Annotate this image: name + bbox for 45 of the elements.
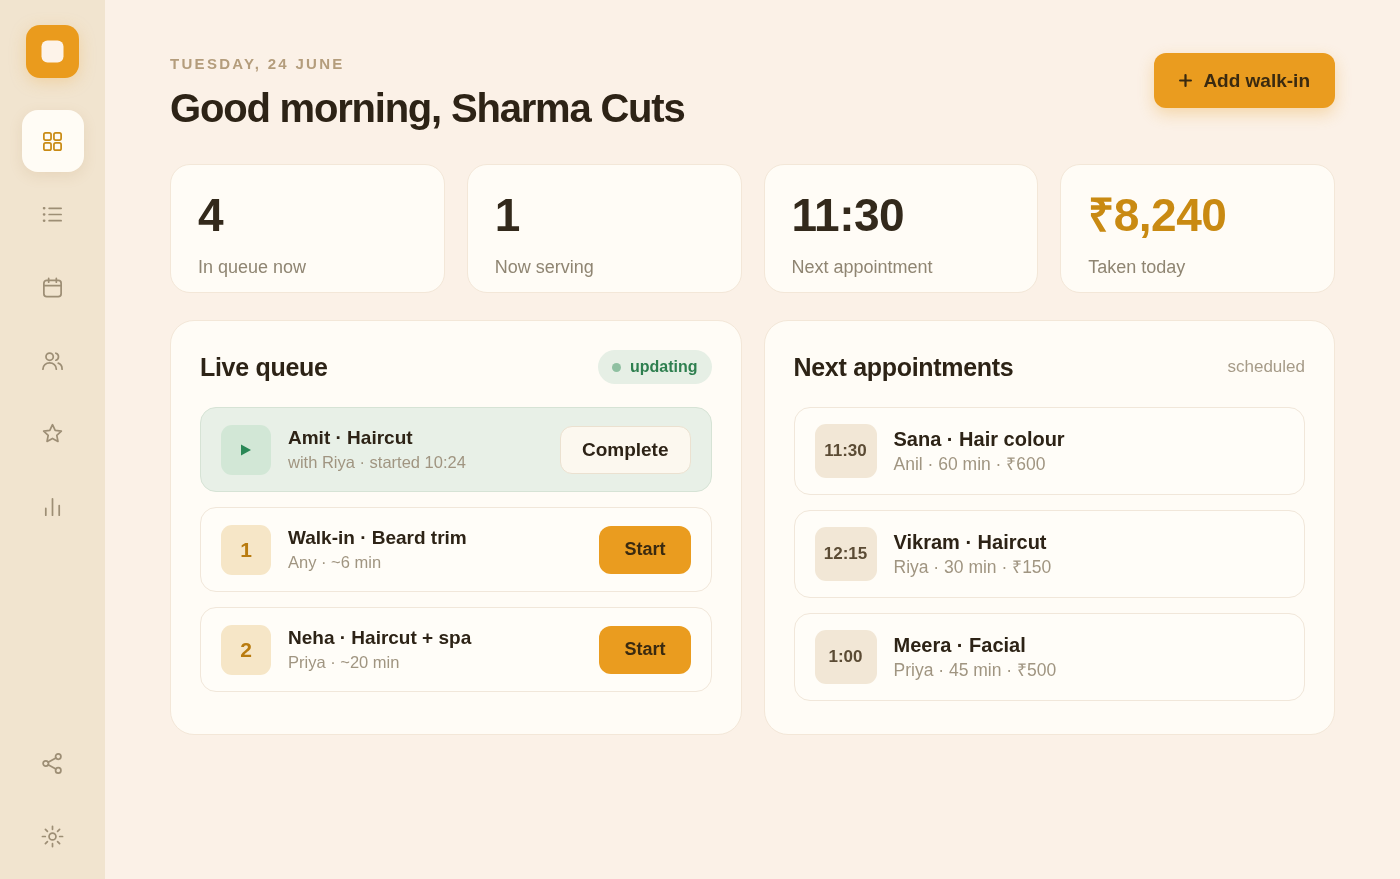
logo-icon — [26, 25, 79, 78]
stat-value: 4 — [198, 192, 225, 238]
stat-value: ₹8,240 — [1088, 192, 1228, 238]
stat-label: Taken today — [1088, 256, 1187, 278]
queue-row-detail: Any · ~6 min — [288, 552, 383, 573]
stat-value: 1 — [494, 192, 521, 238]
date-label: TUESDAY, 24 JUNE — [170, 55, 346, 73]
appointment-detail: Anil · 60 min · ₹600 — [893, 453, 1047, 475]
queue-number: 1 — [221, 524, 271, 575]
sidebar-item[interactable] — [21, 110, 84, 172]
appointment-detail: Riya · 30 min · ₹150 — [893, 556, 1053, 578]
sun-icon — [41, 824, 64, 848]
queue-row-title: Walk-in · Beard trim — [288, 526, 468, 549]
stat-label: Next appointment — [791, 256, 934, 278]
appointment-time: 12:15 — [814, 527, 877, 581]
panel-title: Live queue — [200, 352, 328, 382]
appointment-title: Meera · Facial — [893, 633, 1027, 657]
panel-title: Next appointments — [793, 352, 1014, 382]
appointment-title: Sana · Hair colour — [893, 427, 1066, 451]
calendar-icon — [41, 275, 64, 299]
panel-note: scheduled — [1227, 357, 1305, 377]
start-button[interactable]: Start — [599, 525, 691, 574]
add-walk-in-button[interactable]: Add walk-in — [1154, 53, 1335, 108]
queue-row-detail: Priya · ~20 min — [288, 652, 401, 673]
play-icon — [221, 424, 271, 475]
stat-label: Now serving — [494, 256, 595, 278]
appointment-time: 11:30 — [814, 424, 877, 478]
complete-button[interactable]: Complete — [559, 425, 691, 474]
appointment-title: Vikram · Haircut — [893, 530, 1048, 554]
status-dot-icon — [611, 362, 621, 372]
queue-row-detail: with Riya · started 10:24 — [288, 452, 467, 473]
queue-number: 2 — [221, 624, 271, 675]
appointment-time: 1:00 — [814, 630, 877, 684]
stat-label: In queue now — [198, 256, 308, 278]
stat-value: 11:30 — [791, 192, 906, 238]
queue-row-title: Neha · Haircut + spa — [288, 626, 473, 649]
start-button[interactable]: Start — [599, 625, 691, 674]
share-icon — [41, 751, 64, 775]
queue-row-title: Amit · Haircut — [288, 426, 414, 449]
page-title: Good morning, Sharma Cuts — [170, 85, 685, 132]
appointment-detail: Priya · 45 min · ₹500 — [893, 659, 1058, 681]
grid-icon — [41, 129, 64, 153]
status-label: updating — [629, 358, 698, 376]
star-icon — [41, 421, 64, 445]
plus-icon — [1179, 74, 1193, 87]
